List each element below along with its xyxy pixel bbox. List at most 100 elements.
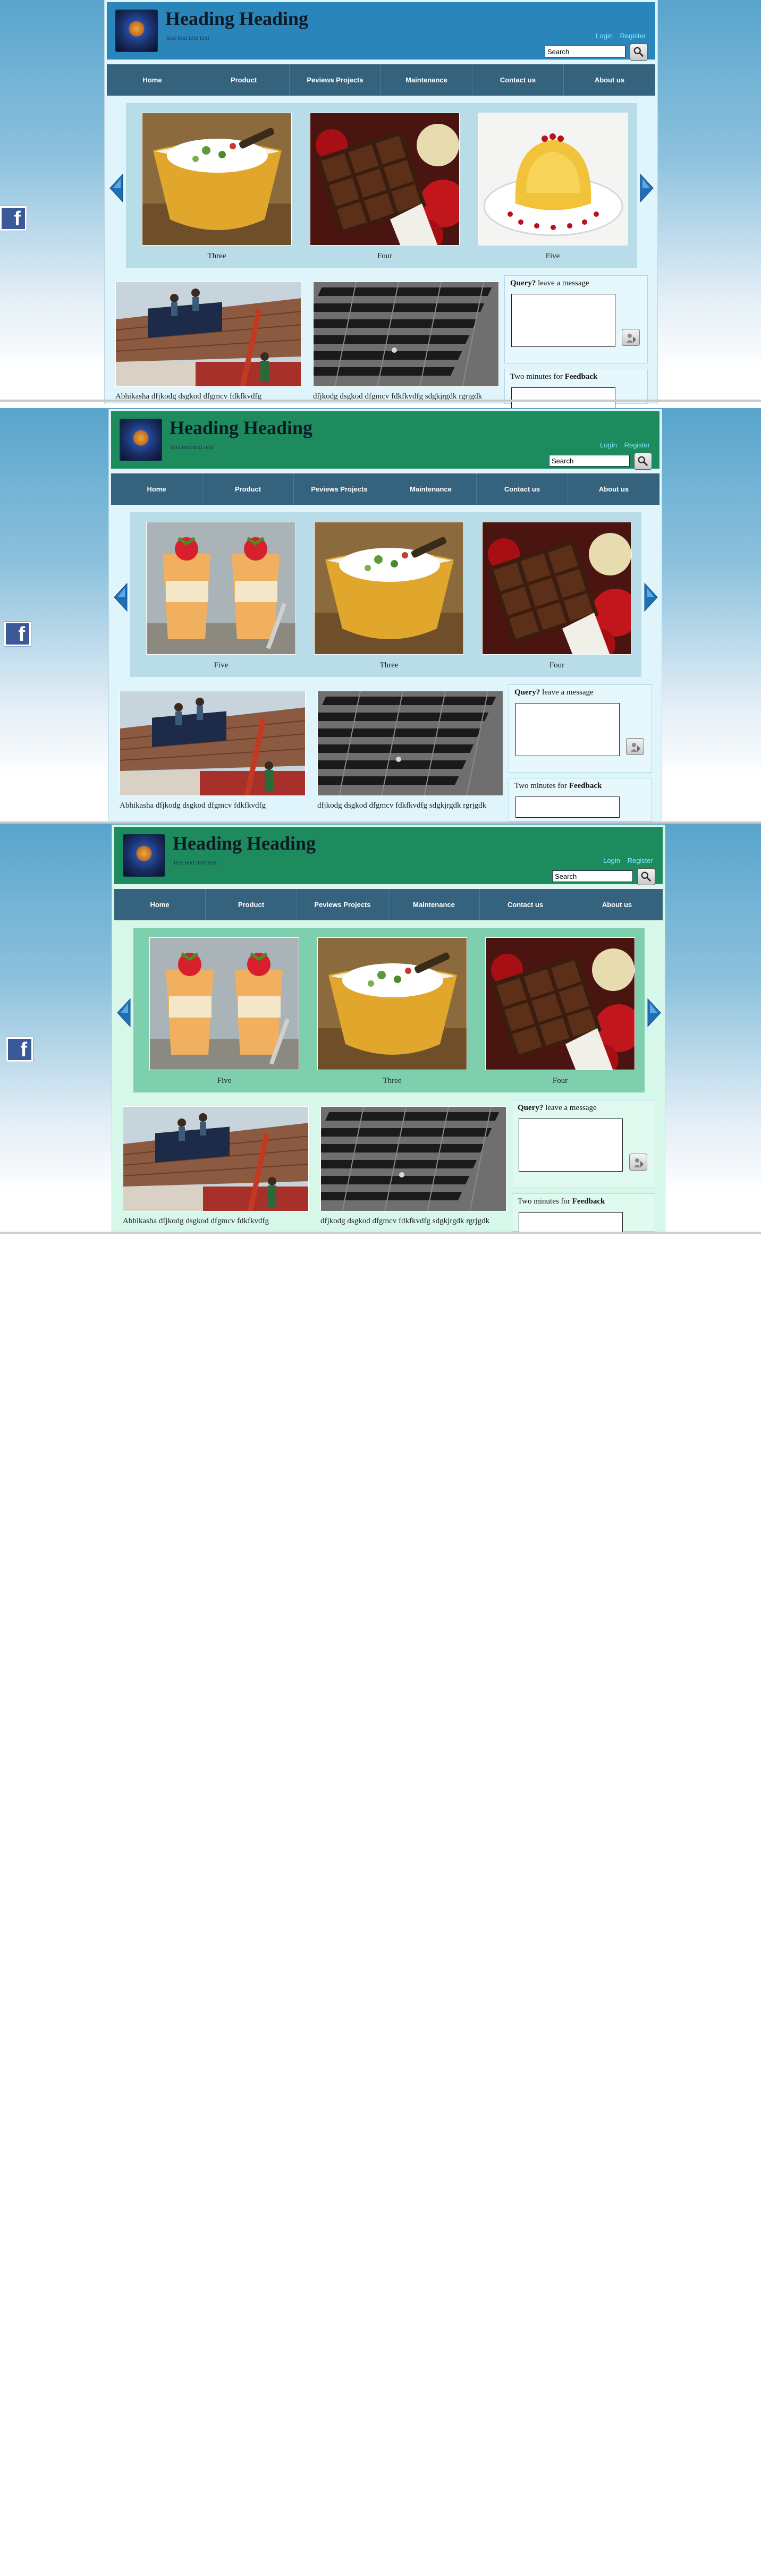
slide-image[interactable] bbox=[146, 522, 296, 655]
query-heading: Query? leave a message bbox=[510, 279, 589, 287]
facebook-button[interactable]: f bbox=[6, 1037, 33, 1062]
nav-product[interactable]: Product bbox=[198, 64, 290, 96]
nav-about[interactable]: About us bbox=[571, 889, 663, 920]
image-slider: Five Three Four bbox=[130, 512, 641, 677]
feedback-heading: Two minutes for Feedback bbox=[514, 782, 602, 790]
feedback-panel: Two minutes for Feedback bbox=[509, 778, 652, 821]
search-input[interactable] bbox=[545, 46, 625, 57]
project-thumb[interactable] bbox=[115, 282, 301, 387]
page-container: Heading Heading text text text text Logi… bbox=[104, 0, 658, 409]
message-textarea[interactable] bbox=[519, 1118, 623, 1172]
login-link[interactable]: Login bbox=[600, 441, 617, 449]
project-thumb[interactable] bbox=[317, 691, 503, 796]
slide-image[interactable] bbox=[314, 522, 464, 655]
arrow-left-icon bbox=[113, 582, 128, 612]
header-links: Login Register bbox=[598, 857, 653, 865]
thumb-caption: Abhikasha dfjkodg dsgkod dfgmcv fdkfkvdf… bbox=[120, 801, 266, 810]
project-thumb[interactable] bbox=[120, 691, 306, 796]
register-link[interactable]: Register bbox=[628, 857, 653, 865]
user-send-icon bbox=[630, 741, 641, 753]
slide-caption: Three bbox=[207, 252, 226, 260]
page-container: Heading Heading text text text text Logi… bbox=[108, 409, 662, 821]
nav-projects[interactable]: Peviews Projects bbox=[290, 64, 381, 96]
facebook-button[interactable]: f bbox=[4, 622, 31, 646]
header-links: Login Register bbox=[590, 32, 646, 40]
thumb-caption: dfjkodg dsgkod dfgmcv fdkfkvdfg sdgkjrgd… bbox=[320, 1217, 490, 1225]
nav-projects[interactable]: Peviews Projects bbox=[297, 889, 388, 920]
feedback-field[interactable] bbox=[519, 1212, 623, 1233]
register-link[interactable]: Register bbox=[620, 32, 646, 40]
message-textarea[interactable] bbox=[511, 294, 615, 347]
feedback-field[interactable] bbox=[511, 387, 615, 409]
slider-prev-button[interactable] bbox=[109, 173, 124, 203]
nav-home[interactable]: Home bbox=[107, 64, 198, 96]
arrow-right-icon bbox=[647, 998, 662, 1028]
header: Heading Heading text text text text Logi… bbox=[111, 411, 659, 470]
site-subtitle: text text text text bbox=[166, 34, 209, 41]
nav-product[interactable]: Product bbox=[202, 473, 294, 505]
search-icon bbox=[637, 455, 649, 467]
project-thumb[interactable] bbox=[313, 282, 499, 387]
image-slider: Five Three Four bbox=[133, 928, 645, 1092]
search-button[interactable] bbox=[634, 453, 652, 470]
nav-product[interactable]: Product bbox=[206, 889, 297, 920]
search-button[interactable] bbox=[630, 44, 648, 61]
search-button[interactable] bbox=[637, 868, 655, 885]
search-input[interactable] bbox=[552, 870, 633, 882]
message-textarea[interactable] bbox=[515, 703, 620, 756]
nav-maintenance[interactable]: Maintenance bbox=[388, 889, 480, 920]
nav-about[interactable]: About us bbox=[568, 473, 659, 505]
slider-prev-button[interactable] bbox=[113, 582, 128, 612]
send-button[interactable] bbox=[626, 738, 644, 755]
search-input[interactable] bbox=[549, 455, 630, 467]
slider-next-button[interactable] bbox=[644, 582, 658, 612]
login-link[interactable]: Login bbox=[596, 32, 613, 40]
nav-contact[interactable]: Contact us bbox=[472, 64, 564, 96]
query-panel: Query? leave a message bbox=[509, 684, 652, 773]
slider-next-button[interactable] bbox=[639, 173, 654, 203]
slide-image[interactable] bbox=[478, 113, 628, 245]
header: Heading Heading text text text text Logi… bbox=[107, 2, 655, 61]
send-button[interactable] bbox=[629, 1154, 647, 1171]
main-nav: Home Product Peviews Projects Maintenanc… bbox=[114, 887, 663, 920]
slide-image[interactable] bbox=[482, 522, 632, 655]
project-thumb[interactable] bbox=[123, 1106, 309, 1211]
logo bbox=[115, 10, 158, 52]
slider-next-button[interactable] bbox=[647, 998, 662, 1028]
nav-home[interactable]: Home bbox=[114, 889, 206, 920]
slide-caption: Five bbox=[217, 1077, 232, 1085]
query-panel: Query? leave a message bbox=[512, 1100, 655, 1188]
slide-caption: Four bbox=[552, 1077, 568, 1085]
feedback-heading: Two minutes for Feedback bbox=[510, 372, 598, 381]
main-nav: Home Product Peviews Projects Maintenanc… bbox=[107, 63, 655, 96]
slide-image[interactable] bbox=[149, 937, 299, 1070]
site-title: Heading Heading bbox=[165, 8, 309, 29]
feedback-field[interactable] bbox=[515, 796, 620, 818]
send-button[interactable] bbox=[622, 329, 640, 346]
site-title: Heading Heading bbox=[170, 417, 313, 438]
nav-home[interactable]: Home bbox=[111, 473, 202, 505]
page-container: Heading Heading text text text text Logi… bbox=[112, 825, 665, 1233]
feedback-panel: Two minutes for Feedback bbox=[504, 369, 648, 409]
header-links: Login Register bbox=[595, 441, 650, 449]
search-icon bbox=[640, 871, 652, 883]
nav-maintenance[interactable]: Maintenance bbox=[381, 64, 472, 96]
slider-prev-button[interactable] bbox=[116, 998, 131, 1028]
nav-projects[interactable]: Peviews Projects bbox=[294, 473, 385, 505]
register-link[interactable]: Register bbox=[624, 441, 650, 449]
nav-about[interactable]: About us bbox=[564, 64, 655, 96]
login-link[interactable]: Login bbox=[603, 857, 620, 865]
nav-contact[interactable]: Contact us bbox=[480, 889, 571, 920]
slide-image[interactable] bbox=[142, 113, 292, 245]
slide-image[interactable] bbox=[317, 937, 467, 1070]
nav-maintenance[interactable]: Maintenance bbox=[385, 473, 477, 505]
nav-contact[interactable]: Contact us bbox=[477, 473, 568, 505]
project-thumb[interactable] bbox=[320, 1106, 506, 1211]
thumb-caption: Abhikasha dfjkodg dsgkod dfgmcv fdkfkvdf… bbox=[123, 1217, 269, 1225]
slide-image[interactable] bbox=[310, 113, 460, 245]
arrow-right-icon bbox=[639, 173, 654, 203]
slide-image[interactable] bbox=[485, 937, 635, 1070]
divider bbox=[0, 400, 761, 402]
logo bbox=[120, 419, 162, 461]
facebook-button[interactable]: f bbox=[0, 206, 27, 231]
